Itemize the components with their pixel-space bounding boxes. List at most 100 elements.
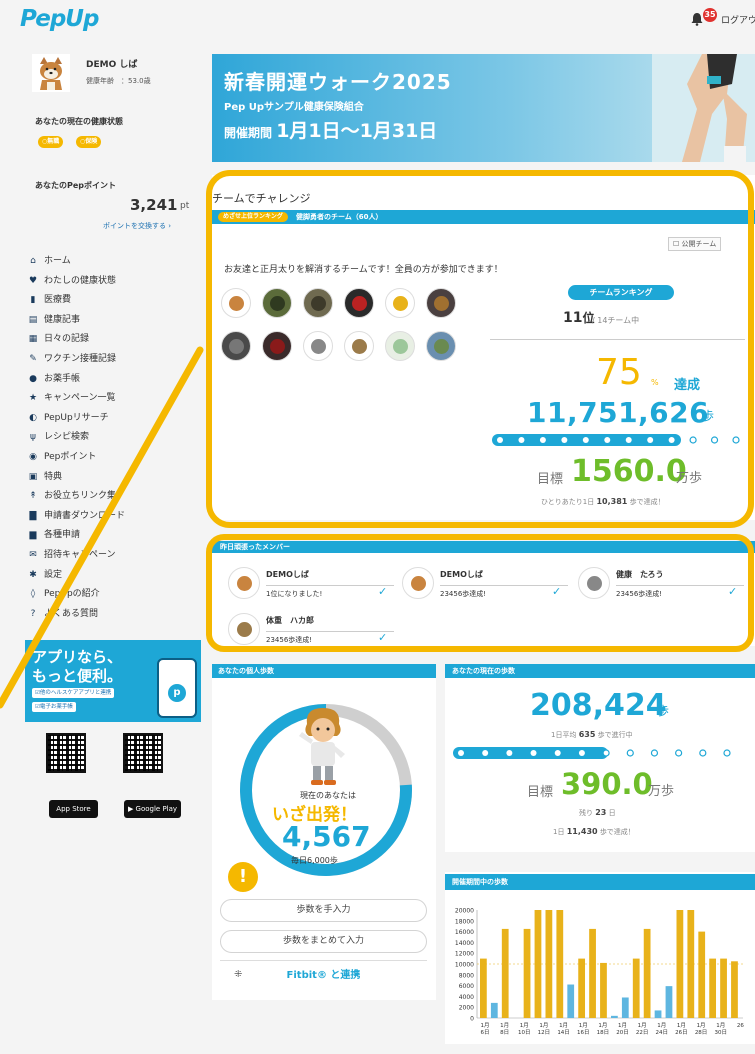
- user-name: DEMO しば: [86, 60, 138, 70]
- chart-bar[interactable]: [665, 986, 673, 1018]
- x-tick-label: 1月 14日: [557, 1022, 570, 1036]
- appstore-button[interactable]: App Store: [49, 800, 98, 818]
- chart-bar[interactable]: [621, 997, 629, 1018]
- chart-bar[interactable]: [490, 1002, 498, 1018]
- bulk-steps-button[interactable]: 歩数をまとめて入力: [220, 930, 427, 953]
- chart-bar[interactable]: [643, 928, 651, 1018]
- current-steps-title: あなたの現在の歩数: [452, 667, 515, 675]
- needed-suffix: 歩で達成！: [599, 828, 635, 836]
- chart-bar[interactable]: [567, 984, 575, 1018]
- sidebar-item-12[interactable]: ↟ お役立ちリンク集: [27, 488, 116, 504]
- sidebar-item-6[interactable]: ● お薬手帳: [27, 371, 80, 387]
- chart-bar[interactable]: [600, 962, 607, 1018]
- progress-dot: [602, 749, 610, 757]
- chart-bar[interactable]: [589, 928, 596, 1018]
- chart-bar[interactable]: [632, 958, 640, 1018]
- health-status-pill: ○保険: [76, 136, 102, 148]
- points-value: 3,241: [130, 196, 178, 214]
- warning-icon[interactable]: !: [228, 862, 258, 892]
- chart-title: 開催期間中の歩数: [452, 878, 508, 886]
- current-progress-bar: [453, 747, 731, 759]
- googleplay-button[interactable]: ▶ Google Play: [124, 800, 181, 818]
- chart-bar[interactable]: [534, 910, 542, 1018]
- gear-icon: ✱: [29, 569, 37, 580]
- chart-bar[interactable]: [545, 910, 553, 1018]
- logout-link[interactable]: ログアウ: [721, 13, 755, 26]
- manual-steps-button[interactable]: 歩数を手入力: [220, 899, 427, 922]
- chart-bar[interactable]: [698, 931, 706, 1018]
- y-tick-label: 0: [470, 1016, 474, 1023]
- fitbit-connect-button[interactable]: Fitbit® と連携: [220, 960, 427, 990]
- chart-bar[interactable]: [654, 1010, 662, 1018]
- avatar[interactable]: [32, 54, 70, 92]
- y-tick-label: 6000: [459, 983, 474, 990]
- chart-bar[interactable]: [676, 910, 684, 1018]
- sidebar-item-14[interactable]: ▆ 各種申請: [27, 527, 80, 543]
- y-tick-label: 20000: [455, 908, 474, 915]
- chart-bar[interactable]: [687, 910, 695, 1018]
- chart-bar[interactable]: [720, 958, 727, 1018]
- needed-prefix: 1日: [553, 828, 565, 836]
- character-illustration: [299, 708, 345, 785]
- current-steps: 208,424: [530, 688, 667, 723]
- appstore-qr-code: [46, 733, 86, 773]
- sidebar-item-4[interactable]: ▦ 日々の記録: [27, 331, 89, 347]
- x-tick-label: 1月 16日: [577, 1022, 590, 1036]
- sidebar-item-8[interactable]: ◐ PepUpリサーチ: [27, 410, 109, 426]
- progress-dot: [626, 749, 634, 757]
- sidebar-item-1[interactable]: ♥ わたしの健康状態: [27, 273, 116, 289]
- x-tick-label: 1月 26日: [675, 1022, 688, 1036]
- remain-value: 23: [595, 808, 607, 817]
- googleplay-label: Google Play: [135, 805, 178, 813]
- exchange-points-link[interactable]: ポイントを交換する ›: [103, 221, 171, 231]
- goal-unit: 万歩: [648, 784, 675, 799]
- chart-bar[interactable]: [556, 910, 564, 1018]
- progress-dot: [530, 750, 537, 756]
- chart-bar[interactable]: [709, 958, 717, 1018]
- campaign-banner[interactable]: 新春開運ウォーク2025 Pep Upサンプル健康保険組合 開催期間 1月1日〜…: [212, 54, 755, 162]
- x-tick-label: 1月 24日: [656, 1022, 669, 1036]
- progress-dot: [458, 750, 464, 756]
- progress-dot: [723, 749, 731, 757]
- sidebar-item-label: ホーム: [44, 256, 71, 266]
- progress-dot: [506, 750, 513, 756]
- sidebar-item-11[interactable]: ▣ 特典: [27, 469, 62, 485]
- calendar-icon: ▦: [28, 334, 38, 345]
- sidebar-item-16[interactable]: ✱ 設定: [27, 567, 62, 583]
- sidebar-item-15[interactable]: ✉ 招待キャンペーン: [27, 547, 115, 563]
- sidebar-item-13[interactable]: ▇ 申請書ダウンロード: [27, 508, 125, 524]
- document-icon: ▇: [29, 510, 37, 521]
- y-tick-label: 16000: [455, 929, 474, 936]
- x-tick-label: 1月 8日: [500, 1022, 509, 1036]
- chart-bar[interactable]: [578, 958, 586, 1018]
- cutlery-icon: ψ: [30, 432, 36, 443]
- sidebar-item-9[interactable]: ψ レシピ検索: [27, 429, 89, 445]
- chart-bar[interactable]: [611, 1015, 618, 1018]
- goal-label: 目標: [527, 785, 554, 800]
- pepup-logo[interactable]: PepUp: [20, 6, 99, 32]
- sidebar-item-0[interactable]: ⌂ ホーム: [27, 253, 71, 269]
- chart-bar[interactable]: [523, 928, 531, 1018]
- sidebar-item-label: Pepポイント: [44, 452, 97, 462]
- chart-bar[interactable]: [731, 961, 738, 1018]
- sidebar-item-5[interactable]: ✎ ワクチン接種記録: [27, 351, 116, 367]
- health-status-label: あなたの現在の健康状態: [35, 117, 123, 126]
- sidebar-item-label: 医療費: [44, 295, 72, 306]
- chart-bar[interactable]: [480, 958, 487, 1018]
- chart-bar[interactable]: [501, 928, 509, 1018]
- invite-icon: ✉: [29, 550, 37, 560]
- app-promo-banner[interactable]: アプリなら、 もっと便利。 ☑他のヘルスケアアプリと連携 ☑電子お薬手帳 p: [25, 640, 201, 722]
- help-icon: ?: [30, 608, 36, 619]
- sidebar-item-7[interactable]: ★ キャンペーン一覧: [27, 390, 116, 406]
- sidebar-item-18[interactable]: ? よくある質問: [27, 606, 98, 622]
- sidebar-item-label: わたしの健康状態: [44, 275, 117, 286]
- sidebar-item-label: 日々の記録: [44, 334, 90, 345]
- promo-title: もっと便利。: [32, 667, 123, 685]
- sidebar-item-3[interactable]: ▤ 健康記事: [27, 312, 80, 328]
- bell-icon[interactable]: [690, 12, 704, 26]
- sidebar-item-label: 特典: [44, 471, 63, 482]
- sidebar-item-2[interactable]: ▮ 医療費: [27, 292, 72, 308]
- sidebar-item-10[interactable]: ◉ Pepポイント: [27, 449, 96, 465]
- notification-badge: 35: [703, 8, 717, 22]
- sidebar-item-17[interactable]: ◊ PepUpの紹介: [27, 586, 100, 602]
